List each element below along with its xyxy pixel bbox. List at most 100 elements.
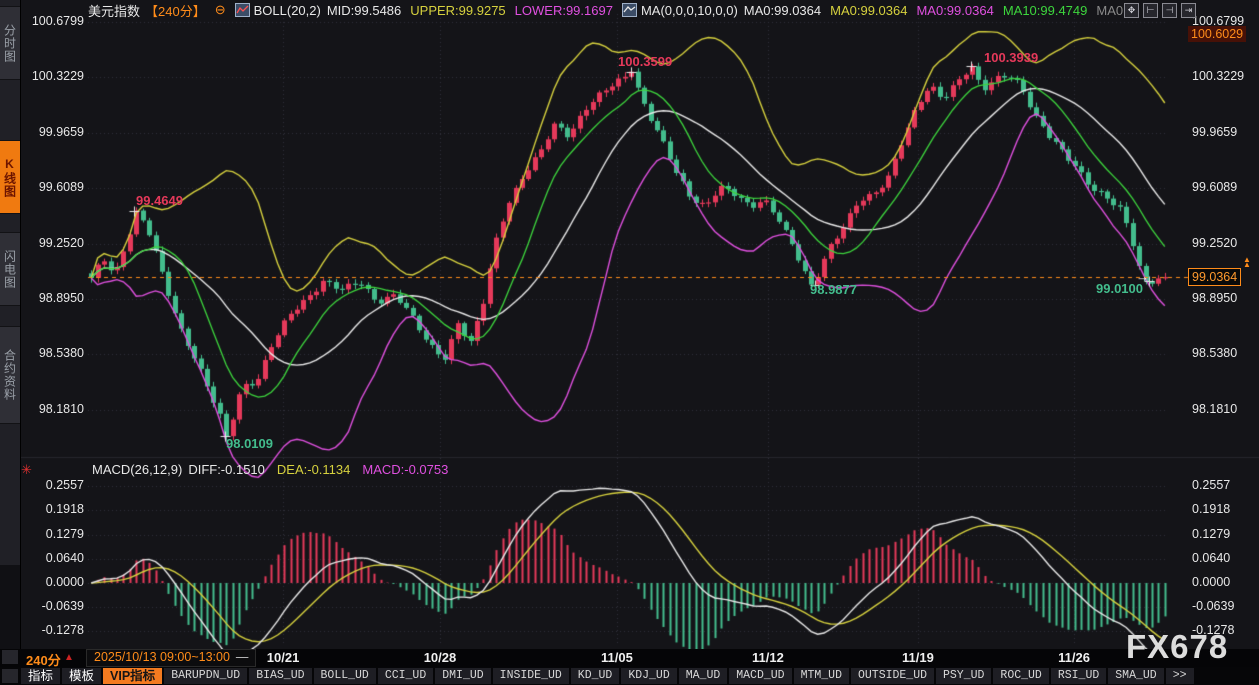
boll-upper-value: UPPER:99.9275 (410, 3, 505, 18)
price-annotation-0: 99.4649 (136, 193, 183, 208)
price-tick-right-4: 99.2520 (1192, 236, 1237, 250)
period-label: 【240分】 (145, 1, 206, 20)
tab-[interactable]: 指标 (21, 668, 60, 684)
macd-tick-right-0: 0.2557 (1192, 478, 1230, 492)
pan-right-icon[interactable]: ⇥ (1181, 3, 1196, 18)
ma-indicator-icon (622, 3, 637, 17)
macd-tick-right-5: -0.0639 (1192, 599, 1234, 613)
price-tick-right-6: 98.5380 (1192, 346, 1237, 360)
price-tick-left-4: 99.2520 (22, 236, 84, 250)
current-price-box: 99.0364 (1188, 268, 1241, 286)
price-tick-right-3: 99.6089 (1192, 180, 1237, 194)
toolbar-corner-box (2, 669, 18, 683)
zoom-axis-left-icon[interactable]: ⊢ (1143, 3, 1158, 18)
xaxis-row: 240分 ▲ 2025/10/13 09:00~13:00— 10/2110/2… (0, 649, 1259, 667)
left-sidebar: 分时图 K线图闪电图合约资料 (0, 0, 21, 649)
boll-indicator-icon (235, 3, 250, 17)
price-tick-right-7: 98.1810 (1192, 402, 1237, 416)
ma0-value-2: MA0:99.0364 (830, 3, 907, 18)
ma-params: MA(0,0,0,10,0,0) (641, 3, 738, 18)
tab-psy_ud[interactable]: PSY_UD (936, 668, 991, 684)
move-crosshair-icon[interactable]: ✥ (1124, 3, 1139, 18)
price-tick-left-0: 100.6799 (22, 14, 84, 28)
ma10-value: MA10:99.4749 (1003, 3, 1088, 18)
tab-dmi_ud[interactable]: DMI_UD (435, 668, 490, 684)
bottom-toolbar: 指标模板VIP指标BARUPDN_UDBIAS_UDBOLL_UDCCI_UDD… (0, 667, 1259, 685)
price-annotation-1: 100.3599 (618, 54, 672, 69)
price-annotation-3: 98.9877 (810, 282, 857, 297)
watermark: FX678 (1126, 628, 1228, 666)
tab-vip[interactable]: VIP指标 (103, 668, 162, 684)
trading-app: 分时图 K线图闪电图合约资料 美元指数 【240分】 ⊖ BOLL(20,2) M… (0, 0, 1259, 685)
price-up-arrows-icon: ▲▲ (1243, 257, 1251, 267)
xaxis-date-4: 11/19 (883, 650, 953, 665)
minus-circle-icon[interactable]: ⊖ (215, 2, 226, 18)
sidebar-item-4[interactable]: 合约资料 (0, 326, 20, 424)
tab-cci_ud[interactable]: CCI_UD (378, 668, 433, 684)
price-tick-left-3: 99.6089 (22, 180, 84, 194)
tab-rsi_ud[interactable]: RSI_UD (1051, 668, 1106, 684)
tab-barupdn_ud[interactable]: BARUPDN_UD (164, 668, 247, 684)
price-annotation-4: 98.0109 (226, 436, 273, 451)
xaxis-date-3: 11/12 (733, 650, 803, 665)
boll-params: BOLL(20,2) (254, 3, 321, 18)
price-tick-left-2: 99.9659 (22, 125, 84, 139)
price-tick-left-5: 98.8950 (22, 291, 84, 305)
ma0-value-1: MA0:99.0364 (744, 3, 821, 18)
period-triangle-icon[interactable]: ▲ (64, 652, 74, 663)
sidebar-item-2[interactable]: K线图 (0, 140, 20, 214)
price-tick-right-5: 98.8950 (1192, 291, 1237, 305)
price-macd-chart-canvas[interactable] (20, 0, 1259, 649)
price-annotation-2: 100.3939 (984, 50, 1038, 65)
tab-outside_ud[interactable]: OUTSIDE_UD (851, 668, 934, 684)
macd-tick-left-3: 0.0640 (22, 551, 84, 565)
xaxis-date-0: 10/21 (248, 650, 318, 665)
tab-macd_ud[interactable]: MACD_UD (729, 668, 791, 684)
chart-tool-icons: ✥ ⊢ ⊣ ⇥ (1124, 3, 1196, 18)
macd-tick-left-2: 0.1279 (22, 527, 84, 541)
xaxis-date-5: 11/26 (1039, 650, 1109, 665)
price-tick-left-7: 98.1810 (22, 402, 84, 416)
xaxis-date-2: 11/05 (582, 650, 652, 665)
ma0-value-3: MA0:99.0364 (916, 3, 993, 18)
macd-diff-value: DIFF:-0.1510 (188, 462, 265, 477)
tab-boll_ud[interactable]: BOLL_UD (314, 668, 376, 684)
price-tick-right-2: 99.9659 (1192, 125, 1237, 139)
indicator-tabs: 指标模板VIP指标BARUPDN_UDBIAS_UDBOLL_UDCCI_UDD… (21, 668, 1194, 684)
macd-params: MACD(26,12,9) (92, 462, 182, 477)
price-tick-left-6: 98.5380 (22, 346, 84, 360)
macd-dea-value: DEA:-0.1134 (277, 462, 350, 477)
macd-pane-icon[interactable]: ✳ (21, 462, 32, 478)
tab-roc_ud[interactable]: ROC_UD (993, 668, 1048, 684)
macd-tick-right-2: 0.1279 (1192, 527, 1230, 541)
macd-tick-left-1: 0.1918 (22, 502, 84, 516)
macd-tick-left-5: -0.0639 (22, 599, 84, 613)
tab-[interactable]: 模板 (62, 668, 101, 684)
price-tick-right-1: 100.3229 (1192, 69, 1244, 83)
macd-tick-left-0: 0.2557 (22, 478, 84, 492)
xaxis-date-1: 10/28 (405, 650, 475, 665)
tab-kd_ud[interactable]: KD_UD (571, 668, 620, 684)
price-annotation-6: → (1136, 269, 1149, 284)
session-high-label: 100.6029 (1188, 26, 1246, 42)
macd-tick-right-3: 0.0640 (1192, 551, 1230, 565)
sidebar-item-1[interactable]: 分时图 (0, 6, 20, 80)
tab-ma_ud[interactable]: MA_UD (679, 668, 728, 684)
tab-[interactable]: >> (1166, 668, 1194, 684)
price-tick-left-1: 100.3229 (22, 69, 84, 83)
macd-tick-left-6: -0.1278 (22, 623, 84, 637)
tab-kdj_ud[interactable]: KDJ_UD (621, 668, 676, 684)
macd-header: MACD(26,12,9) DIFF:-0.1510 DEA:-0.1134 M… (92, 462, 448, 477)
tab-bias_ud[interactable]: BIAS_UD (249, 668, 311, 684)
tab-mtm_ud[interactable]: MTM_UD (794, 668, 849, 684)
sidebar-item-3[interactable]: 闪电图 (0, 232, 20, 306)
zoom-axis-right-icon[interactable]: ⊣ (1162, 3, 1177, 18)
indicator-header: 美元指数 【240分】 ⊖ BOLL(20,2) MID:99.5486 UPP… (88, 2, 1134, 18)
tab-inside_ud[interactable]: INSIDE_UD (493, 668, 569, 684)
macd-tick-left-4: 0.0000 (22, 575, 84, 589)
symbol-name: 美元指数 (88, 1, 140, 20)
macd-tick-right-1: 0.1918 (1192, 502, 1230, 516)
xaxis-corner-box (2, 650, 18, 664)
macd-tick-right-4: 0.0000 (1192, 575, 1230, 589)
tab-sma_ud[interactable]: SMA_UD (1108, 668, 1163, 684)
